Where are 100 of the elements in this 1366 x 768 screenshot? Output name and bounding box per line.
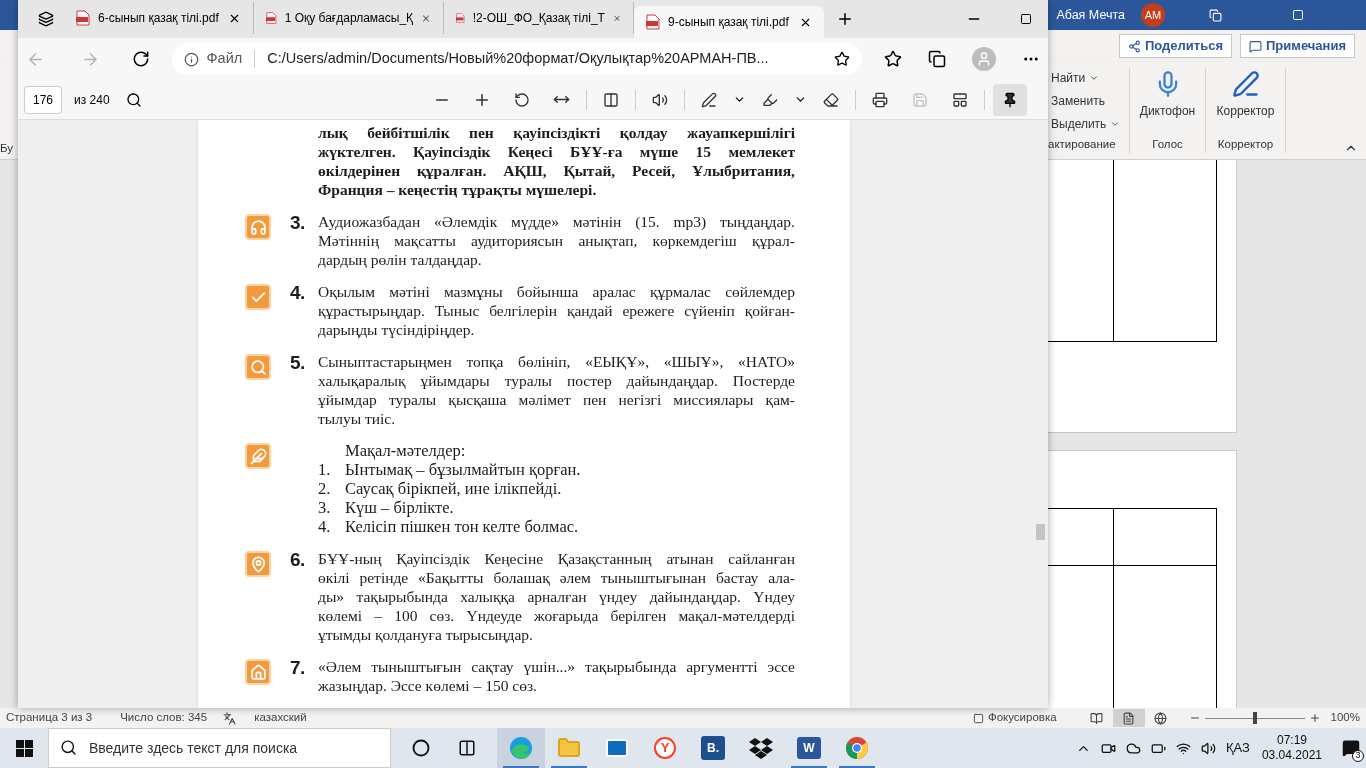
- page-icon: [1122, 711, 1136, 725]
- text-line: тылуы тиіс.: [318, 409, 397, 428]
- draw-icon[interactable]: [700, 91, 717, 108]
- zoom-level[interactable]: 100%: [1330, 709, 1360, 727]
- search-field[interactable]: Введите здесь текст для поиска: [48, 728, 391, 768]
- task-number: 3.: [290, 212, 305, 233]
- collections-icon[interactable]: [928, 50, 946, 68]
- eraser-icon[interactable]: [822, 91, 839, 108]
- page-view-icon[interactable]: [602, 91, 619, 108]
- tab-title: 9-сынып қазақ тілі.pdf: [668, 14, 790, 31]
- tab-actions-icon[interactable]: [38, 11, 54, 27]
- task-view-icon[interactable]: [458, 739, 476, 757]
- tab-title: 1 Оқу бағдарламасы_Қ: [284, 10, 414, 27]
- windows-icon: [15, 739, 33, 757]
- text-line: ды» тақырыбында халыққа арналған үндеу дайындаңдар. Үндеу: [318, 587, 795, 606]
- text-line: құрастырыңдар. Тыныс белгілерін қандай ережеге сүйеніп қойған-: [318, 301, 795, 320]
- group-label: актирование: [1048, 136, 1117, 152]
- taskbar-button[interactable]: B.: [689, 728, 737, 768]
- app-icon: B.: [701, 736, 725, 760]
- comments-button[interactable]: Примечания: [1240, 34, 1355, 58]
- favorites-icon[interactable]: [884, 50, 902, 68]
- group-label: Бу: [0, 140, 15, 156]
- highlighter-icon[interactable]: [761, 91, 778, 108]
- dictate-button[interactable]: Диктофон: [1139, 68, 1196, 136]
- text-line: өкілі ретінде «Бақытты болашақ әлем тыныштығынан бастау ала-: [318, 568, 795, 587]
- cloud-icon[interactable]: [1126, 740, 1141, 756]
- zoom-slider-thumb[interactable]: [1252, 711, 1257, 724]
- app-icon: Y: [654, 737, 676, 759]
- task-number: 6.: [290, 549, 305, 570]
- restore-icon[interactable]: [1292, 9, 1304, 21]
- read-aloud-icon[interactable]: [651, 91, 668, 108]
- pdf-file-icon: [266, 10, 277, 26]
- task-number: 4.: [290, 282, 305, 303]
- address-bar[interactable]: Файл C:/Users/admin/Documents/Новый%20формат/Оқулықтар%20АРМАН-ПВ...: [171, 43, 862, 75]
- check-icon: [245, 284, 271, 310]
- text-line: жазыңдар. Эссе көлемі – 150 сөз.: [318, 676, 538, 695]
- user-avatar[interactable]: AM: [1141, 3, 1165, 27]
- folder-icon: [557, 736, 581, 760]
- view-button[interactable]: [1112, 709, 1145, 727]
- ribbon-item[interactable]: Найти: [1051, 68, 1129, 87]
- list-number: 3.: [318, 498, 332, 517]
- pdf-file-icon: [456, 10, 465, 26]
- text-line: халықаралық ұйымдары туралы постер дайындаңдар. Постерде: [318, 371, 795, 390]
- ribbon-display-icon[interactable]: [1209, 8, 1222, 22]
- comment-icon: [1249, 39, 1262, 53]
- zoom-in-icon[interactable]: [1308, 712, 1321, 724]
- text-line: «Әлем тыныштығын сақтау үшін...» тақырыбында аргументті эссе: [318, 657, 795, 676]
- pin-toolbar-button[interactable]: [992, 83, 1027, 116]
- text-line: ұтымды қолдануға тырысыңдар.: [318, 625, 534, 644]
- taskbar-button[interactable]: Y: [641, 728, 689, 768]
- proverb-text: Саусақ бірікпей, ине ілікпейді.: [345, 479, 562, 498]
- new-tab-icon[interactable]: [836, 10, 854, 28]
- text-line: Аудиожазбадан «Әлемдік мүдде» мәтінін (15. mp3) тыңдаңдар.: [318, 212, 795, 231]
- share-button[interactable]: Поделиться: [1118, 34, 1232, 58]
- scrollbar-thumb[interactable]: [1035, 524, 1045, 540]
- list-number: 4.: [318, 517, 332, 536]
- book-icon: [1090, 711, 1104, 725]
- proverb-text: Ынтымақ – бұзылмайтын қорған.: [345, 460, 581, 479]
- ribbon-item[interactable]: Выделить: [1051, 114, 1129, 133]
- notifications-button[interactable]: 3: [1336, 728, 1366, 768]
- maximize-icon[interactable]: [1020, 13, 1032, 25]
- proofing-icon[interactable]: [223, 711, 237, 725]
- add-favorite-icon[interactable]: [834, 51, 850, 67]
- word-count[interactable]: Число слов: 345: [120, 709, 208, 727]
- volume-icon[interactable]: [1201, 740, 1216, 756]
- proverb-text: Келісіп пішкен тон келте болмас.: [345, 517, 579, 536]
- text-line: БҰҰ-ның Қауіпсіздік Кеңесіне Қазақстанның атынан сайланған: [318, 549, 795, 568]
- share-icon: [1127, 39, 1141, 53]
- page-number-field[interactable]: 176: [24, 85, 62, 114]
- focus-button[interactable]: Фокусировка: [972, 709, 1057, 727]
- wifi-icon[interactable]: [1176, 740, 1191, 756]
- notification-icon: [1342, 739, 1360, 757]
- ribbon-item[interactable]: Заменить: [1051, 91, 1129, 110]
- browser-tab[interactable]: 9-сынып қазақ тілі.pdf: [634, 6, 824, 38]
- app-icon: W: [797, 737, 821, 759]
- taskbar-button[interactable]: W: [785, 728, 833, 768]
- rotate-icon[interactable]: [513, 91, 530, 108]
- refresh-icon[interactable]: [131, 50, 150, 68]
- print-icon[interactable]: [871, 91, 888, 108]
- text-line: лық бейбітшілік пен қауіпсіздікті қолдау жауапкершілігі: [318, 123, 795, 142]
- tab-title: !2-ОШ_ФО_Қазақ тілі_Т: [472, 10, 605, 27]
- text-line: дардың рөлін талдаңдар.: [318, 250, 483, 269]
- page-status[interactable]: Страница 3 из 3: [6, 709, 93, 727]
- cortana-icon[interactable]: [412, 739, 430, 757]
- text-line: Франция – кеңестің тұрақты мүшелері.: [318, 180, 598, 199]
- focus-icon: [972, 712, 984, 724]
- pdf-file-icon: [76, 10, 90, 26]
- list-number: 1.: [318, 460, 332, 479]
- group-label: Корректор: [1217, 136, 1274, 152]
- address-prefix: Файл: [206, 49, 243, 69]
- clock[interactable]: 07:19 03.04.2021: [1261, 733, 1322, 763]
- browser-tab[interactable]: 1 Оқу бағдарламасы_Қ: [254, 2, 444, 34]
- list-number: 2.: [318, 479, 332, 498]
- browser-tab[interactable]: 6-сынып қазақ тілі.pdf: [64, 2, 254, 34]
- search-icon[interactable]: [125, 91, 142, 108]
- pdf-file-icon: [646, 14, 660, 30]
- language-indicator[interactable]: ҚАЗ: [1226, 738, 1250, 758]
- editor-button[interactable]: Корректор: [1216, 68, 1275, 136]
- language-status[interactable]: казахский: [254, 709, 307, 727]
- headphones-icon: [245, 214, 271, 240]
